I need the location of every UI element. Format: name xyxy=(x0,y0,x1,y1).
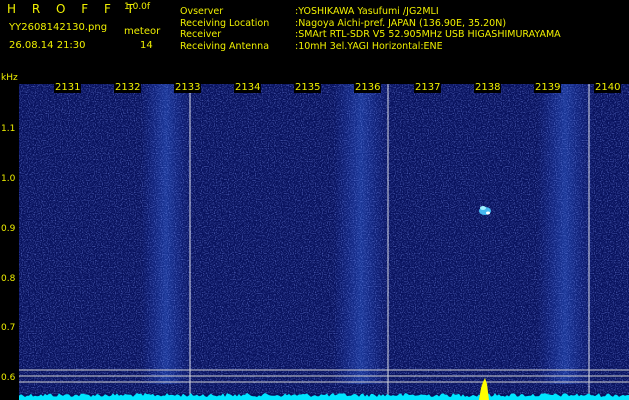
info-row-location: Receiving Location :Nagoya Aichi-pref. J… xyxy=(180,18,561,30)
info-key: Receiver xyxy=(180,29,222,40)
capture-datetime: 26.08.14 21:30 xyxy=(9,40,86,51)
x-tick-label: 2131 xyxy=(54,82,82,93)
x-tick-label: 2134 xyxy=(234,82,262,93)
info-row-antenna: Receiving Antenna :10mH 3el.YAGI Horizon… xyxy=(180,41,561,53)
info-value: :YOSHIKAWA Yasufumi /JG2MLI xyxy=(295,6,439,17)
app-title: H R O F F T xyxy=(7,2,141,16)
info-row-observer: Ovserver :YOSHIKAWA Yasufumi /JG2MLI xyxy=(180,6,561,18)
x-tick-label: 2135 xyxy=(294,82,322,93)
y-tick-label: 0.6 xyxy=(1,373,16,383)
info-value: :Nagoya Aichi-pref. JAPAN (136.90E, 35.2… xyxy=(295,17,507,29)
y-tick-label: 0.7 xyxy=(1,323,16,333)
x-tick-label: 2132 xyxy=(114,82,142,93)
y-tick-label: 0.8 xyxy=(1,274,16,284)
file-name: YY2608142130.png xyxy=(9,22,108,33)
info-key: Receiving Location xyxy=(180,17,270,29)
info-key: Receiving Antenna xyxy=(180,40,270,52)
x-tick-label: 2139 xyxy=(534,82,562,93)
meteor-label: meteor xyxy=(124,26,161,37)
info-row-receiver: Receiver :SMArt RTL-SDR V5 52.905MHz USB… xyxy=(180,29,561,41)
y-tick-label: 1.1 xyxy=(1,124,16,134)
noise-speckle xyxy=(19,84,629,394)
y-tick-label: 1.0 xyxy=(1,174,16,184)
waterfall-display xyxy=(19,84,629,400)
x-tick-label: 2133 xyxy=(174,82,202,93)
waterfall-canvas xyxy=(19,84,629,400)
app-version: 1.0.0f xyxy=(124,2,151,12)
info-key: Ovserver xyxy=(180,6,224,17)
header: H R O F F T 1.0.0f YY2608142130.png mete… xyxy=(0,0,629,72)
x-tick-label: 2138 xyxy=(474,82,502,93)
x-tick-label: 2137 xyxy=(414,82,442,93)
x-tick-label: 2140 xyxy=(594,82,622,93)
x-tick-label: 2136 xyxy=(354,82,382,93)
meteor-count: 14 xyxy=(140,40,153,51)
y-axis-unit: kHz xyxy=(1,73,18,83)
info-value: :10mH 3el.YAGI Horizontal:ENE xyxy=(295,40,443,52)
info-value: :SMArt RTL-SDR V5 52.905MHz USB HIGASHIM… xyxy=(295,29,561,40)
y-tick-label: 0.9 xyxy=(1,224,16,234)
station-info: Ovserver :YOSHIKAWA Yasufumi /JG2MLI Rec… xyxy=(180,6,561,52)
